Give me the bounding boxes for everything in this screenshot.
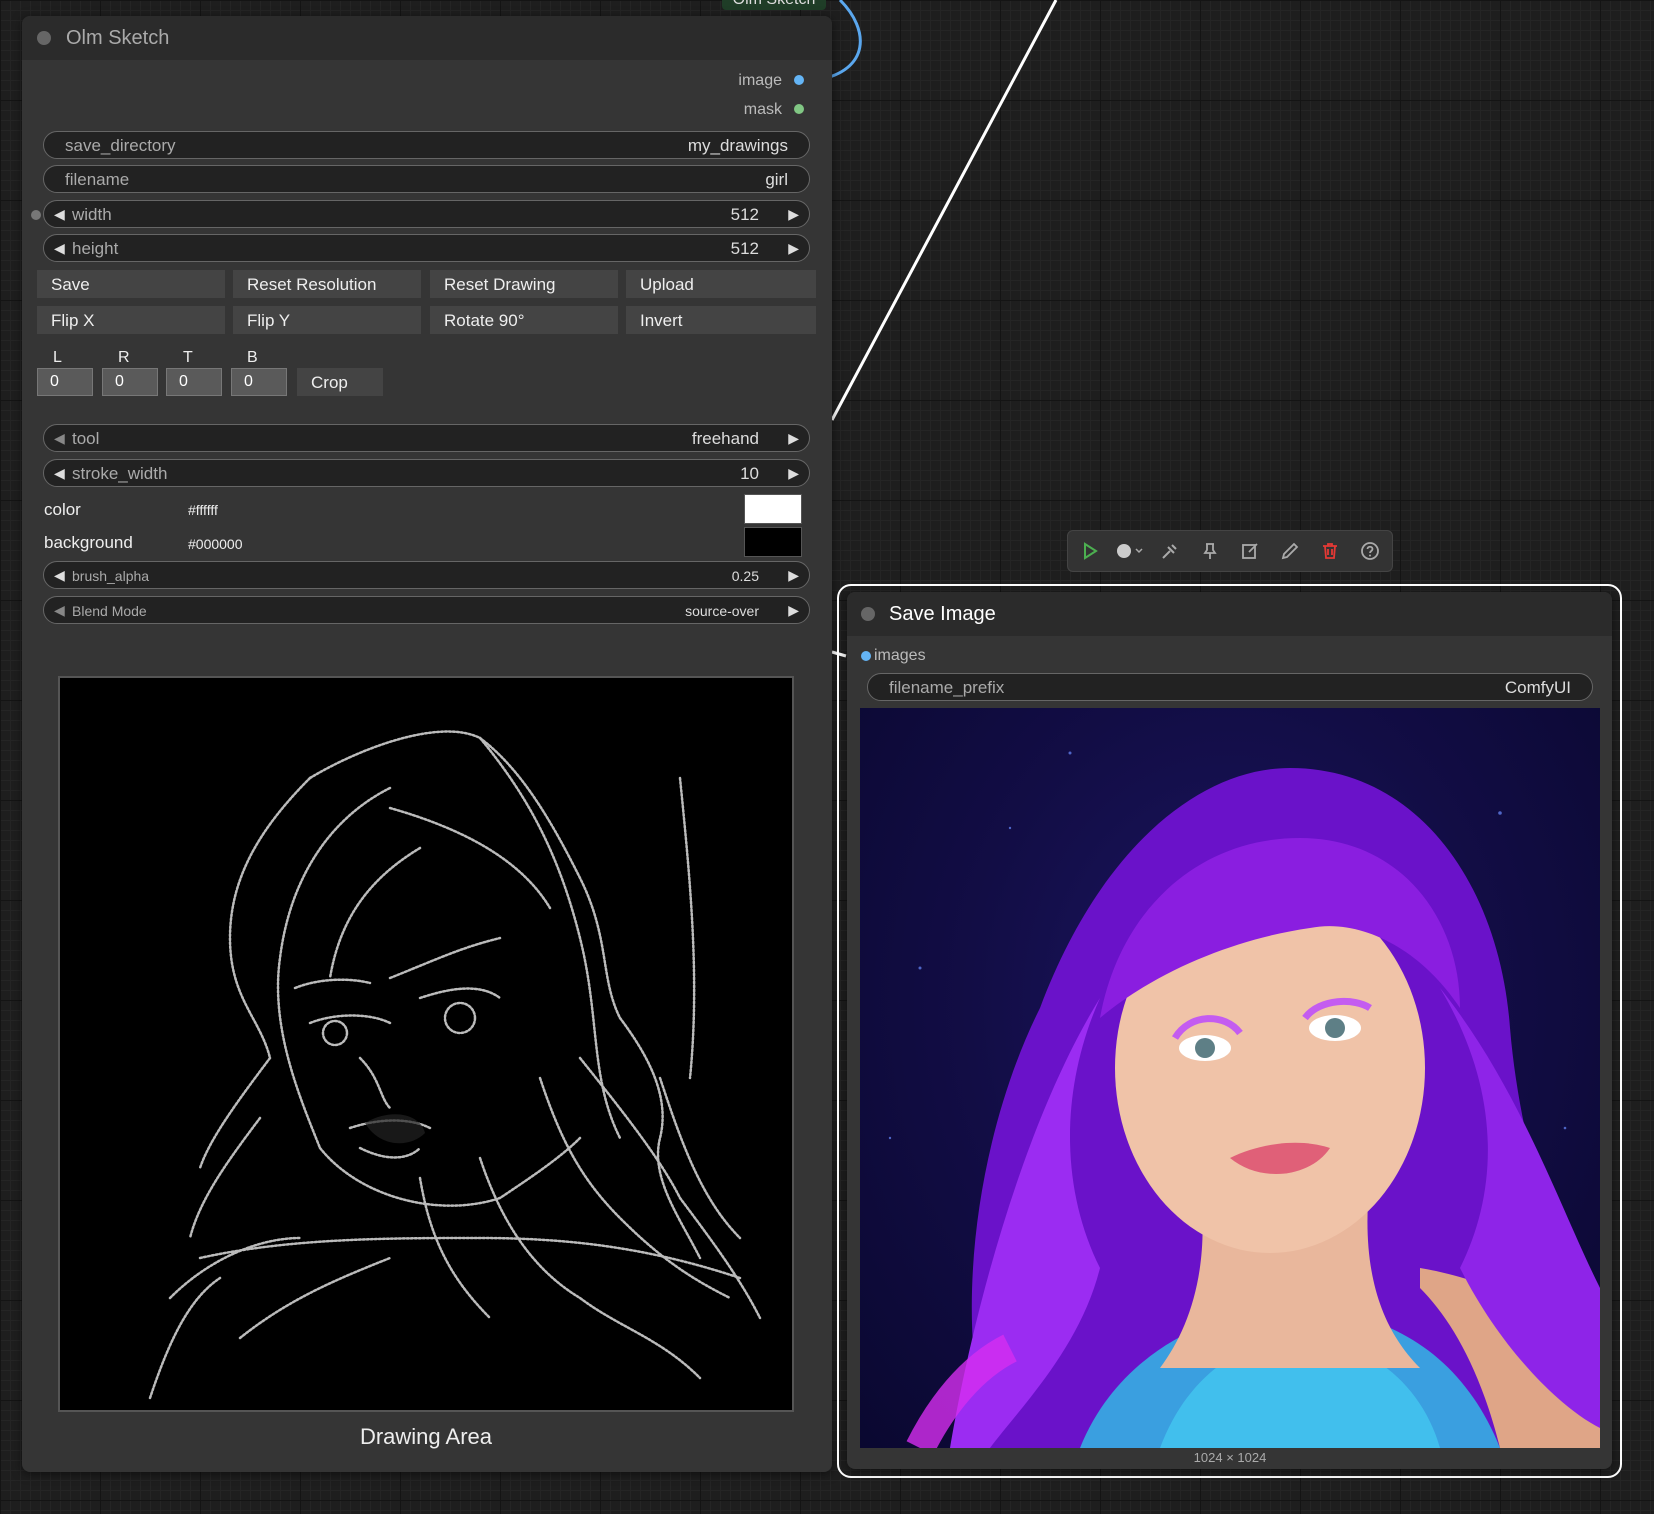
filename-prefix-value: ComfyUI: [1504, 678, 1571, 697]
brush-alpha-increment-icon[interactable]: ▶: [788, 567, 799, 584]
node-title: Olm Sketch: [66, 27, 170, 49]
stroke-width-stepper[interactable]: ◀ stroke_width 10 ▶: [43, 459, 810, 487]
filename-field[interactable]: filename girl: [43, 165, 810, 193]
tool-selector[interactable]: ◀ tool freehand ▶: [43, 424, 810, 452]
tool-value: freehand: [691, 429, 759, 448]
brush-alpha-value: 0.25: [731, 568, 759, 584]
stroke-width-value: 10: [740, 464, 759, 483]
node-title: Save Image: [889, 603, 996, 625]
color-label: color: [44, 500, 81, 519]
color-swatch[interactable]: [744, 494, 802, 524]
color-dot-icon[interactable]: [1116, 541, 1146, 561]
crop-left-label: L: [53, 349, 62, 366]
width-value: 512: [730, 205, 759, 224]
background-swatch[interactable]: [744, 527, 802, 557]
upload-button[interactable]: Upload: [626, 270, 816, 298]
input-images-dot[interactable]: [861, 651, 871, 661]
background-label: background: [44, 533, 133, 552]
tool-prev-icon[interactable]: ◀: [54, 430, 65, 447]
portrait-illustration: [888, 751, 1600, 1448]
pencil-icon[interactable]: [1280, 541, 1300, 561]
brush-alpha-stepper[interactable]: ◀ brush_alpha 0.25 ▶: [43, 561, 810, 589]
height-decrement-icon[interactable]: ◀: [54, 240, 65, 257]
blend-mode-prev-icon[interactable]: ◀: [54, 602, 65, 619]
invert-button[interactable]: Invert: [626, 306, 816, 334]
crop-right-label: R: [118, 349, 130, 366]
reset-drawing-button[interactable]: Reset Drawing: [430, 270, 618, 298]
bypass-icon[interactable]: [1160, 541, 1180, 561]
input-images-label: images: [874, 647, 926, 664]
stroke-width-decrement-icon[interactable]: ◀: [54, 465, 65, 482]
blend-mode-value: source-over: [685, 603, 759, 619]
reset-resolution-button[interactable]: Reset Resolution: [233, 270, 421, 298]
save-image-node[interactable]: Save Image images filename_prefix ComfyU…: [847, 592, 1612, 1469]
image-size-label: 1024 × 1024: [1193, 1450, 1267, 1465]
flip-x-button[interactable]: Flip X: [37, 306, 225, 334]
output-image-dot[interactable]: [794, 75, 804, 85]
stroke-width-increment-icon[interactable]: ▶: [788, 465, 799, 482]
save-directory-field[interactable]: save_directory my_drawings: [43, 131, 810, 159]
node-title-bar[interactable]: Save Image: [847, 592, 1612, 636]
filename-value: girl: [765, 170, 788, 189]
blend-mode-next-icon[interactable]: ▶: [788, 602, 799, 619]
brush-alpha-label: brush_alpha: [72, 568, 150, 584]
width-input-dot[interactable]: [31, 210, 41, 220]
height-label: height: [72, 239, 119, 258]
crop-top-input[interactable]: 0: [166, 368, 222, 396]
olm-sketch-node[interactable]: Olm Sketch image mask save_directory my_…: [22, 16, 832, 1472]
height-value: 512: [730, 239, 759, 258]
width-stepper[interactable]: ◀ width 512 ▶: [43, 200, 810, 228]
filename-prefix-field[interactable]: filename_prefix ComfyUI: [867, 673, 1593, 701]
edit-icon[interactable]: [1240, 541, 1260, 561]
collapse-dot-icon[interactable]: [37, 31, 51, 45]
filename-prefix-label: filename_prefix: [889, 678, 1005, 697]
color-hex-value[interactable]: #ffffff: [188, 502, 218, 518]
tool-label: tool: [72, 429, 100, 448]
output-mask-label: mask: [743, 101, 782, 118]
canvas-caption: Drawing Area: [359, 1424, 493, 1449]
node-toolbar: [1067, 530, 1393, 572]
filename-label: filename: [65, 170, 130, 189]
node-title-bar[interactable]: Olm Sketch: [22, 16, 832, 60]
pin-icon[interactable]: [1200, 541, 1220, 561]
background-hex-value[interactable]: #000000: [188, 536, 243, 552]
stroke-width-label: stroke_width: [72, 464, 168, 483]
rotate-90-button[interactable]: Rotate 90°: [430, 306, 618, 334]
crop-top-label: T: [183, 349, 193, 366]
save-directory-label: save_directory: [65, 136, 176, 155]
play-icon[interactable]: [1080, 541, 1100, 561]
crop-bottom-label: B: [247, 349, 258, 366]
sketch-strokes: [148, 730, 762, 1400]
drawing-canvas[interactable]: [58, 676, 794, 1412]
collapse-dot-icon[interactable]: [861, 607, 875, 621]
output-mask-dot[interactable]: [794, 104, 804, 114]
images-link-wire: [830, 0, 1058, 421]
tool-next-icon[interactable]: ▶: [788, 430, 799, 447]
save-button[interactable]: Save: [37, 270, 225, 298]
flip-y-button[interactable]: Flip Y: [233, 306, 421, 334]
brush-alpha-decrement-icon[interactable]: ◀: [54, 567, 65, 584]
help-icon[interactable]: [1360, 541, 1380, 561]
delete-icon[interactable]: [1320, 541, 1340, 561]
crop-button[interactable]: Crop: [297, 368, 383, 396]
crop-left-input[interactable]: 0: [37, 368, 93, 396]
width-decrement-icon[interactable]: ◀: [54, 206, 65, 223]
blend-mode-label: Blend Mode: [72, 603, 147, 619]
height-stepper[interactable]: ◀ height 512 ▶: [43, 234, 810, 262]
crop-right-input[interactable]: 0: [102, 368, 158, 396]
crop-bottom-input[interactable]: 0: [231, 368, 287, 396]
width-increment-icon[interactable]: ▶: [788, 206, 799, 223]
width-label: width: [72, 205, 112, 224]
output-image-preview[interactable]: [860, 708, 1600, 1448]
output-image-label: image: [738, 72, 782, 89]
height-increment-icon[interactable]: ▶: [788, 240, 799, 257]
offscreen-node-label[interactable]: Olm Sketch: [722, 0, 826, 10]
save-directory-value: my_drawings: [687, 136, 788, 155]
blend-mode-selector[interactable]: ◀ Blend Mode source-over ▶: [43, 596, 810, 624]
